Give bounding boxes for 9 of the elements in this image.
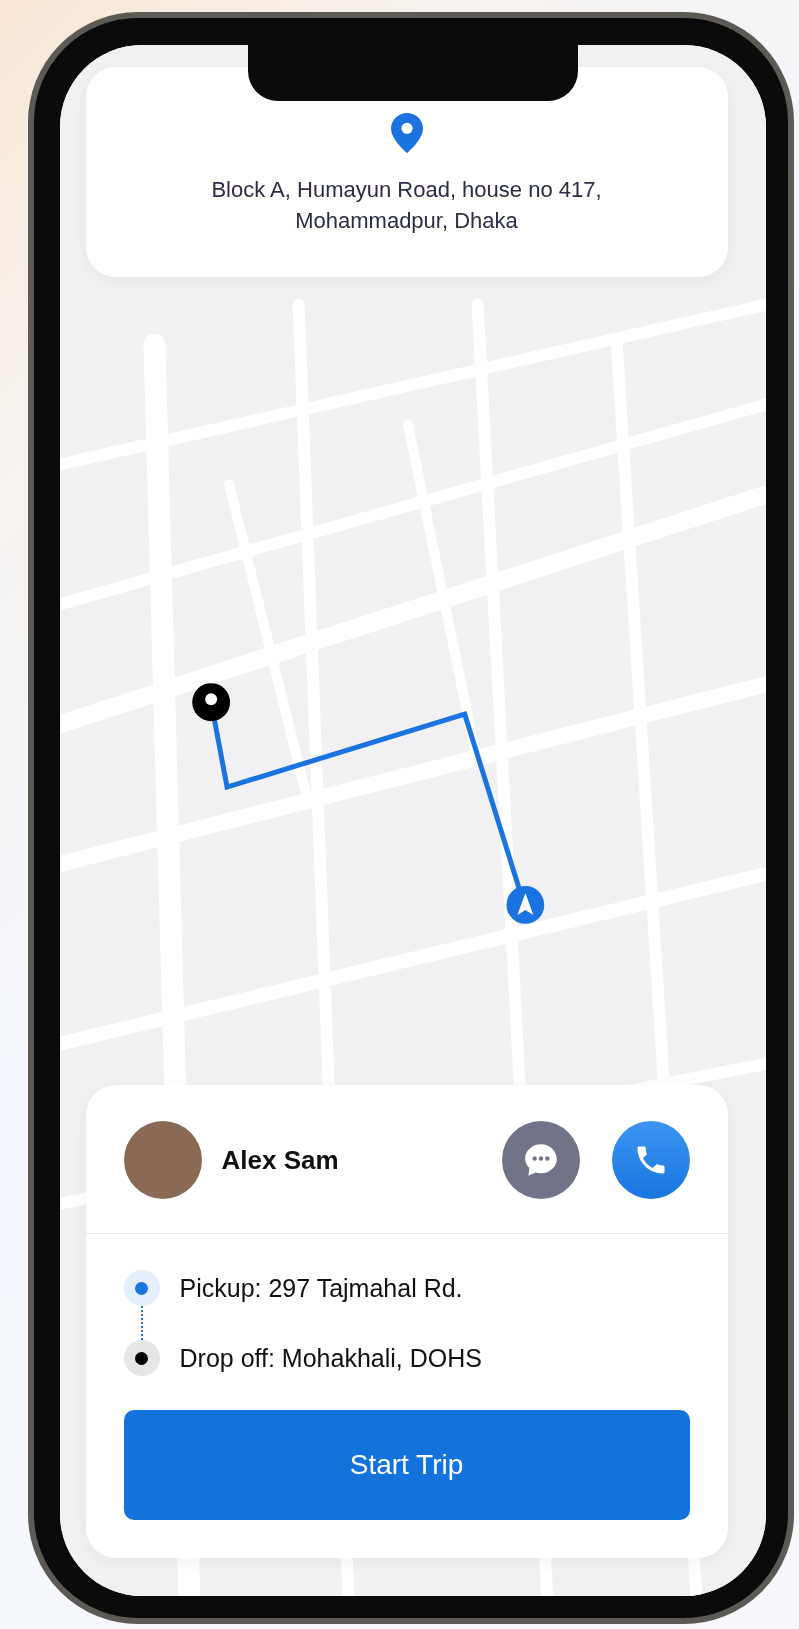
stop-address: Drop off: Mohakhali, DOHS: [179, 1343, 482, 1373]
location-pin-icon: [390, 113, 423, 154]
start-trip-button[interactable]: Start Trip: [123, 1410, 690, 1520]
pickup-dot-icon: [123, 1270, 160, 1306]
stop-address: Pickup: 297 Tajmahal Rd.: [179, 1273, 463, 1303]
driver-name: Alex Sam: [221, 1144, 340, 1176]
dropoff-dot-icon: [123, 1340, 160, 1376]
map-pin-icon: [191, 683, 230, 722]
pickup-address: Block A, Humayun Road, house no 417, Mohammadpur, Dhaka: [210, 176, 603, 236]
